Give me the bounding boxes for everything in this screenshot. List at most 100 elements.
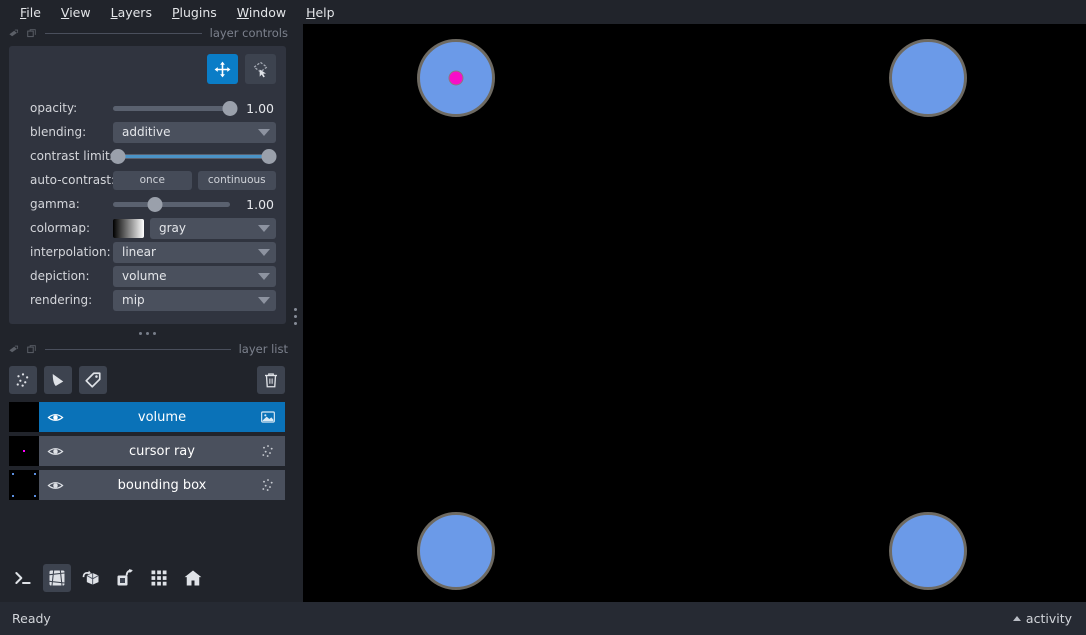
chevron-down-icon: [258, 248, 270, 256]
chevron-down-icon: [258, 128, 270, 136]
menu-view[interactable]: View: [51, 3, 101, 22]
status-message: Ready: [12, 611, 51, 626]
reset-view-button[interactable]: [179, 564, 207, 592]
layer-name: volume: [137, 409, 187, 425]
auto-contrast-once-button[interactable]: once: [113, 170, 192, 190]
rendering-combobox[interactable]: mip: [113, 289, 276, 311]
contrast-limits-row: contrast limits:: [19, 144, 277, 168]
activity-toggle[interactable]: activity: [1012, 611, 1072, 626]
layer-row-cursor-ray[interactable]: cursor ray: [9, 436, 285, 466]
gamma-slider[interactable]: [113, 196, 230, 212]
layer-mode-buttons: [19, 54, 276, 84]
sphere-top-left: [417, 39, 495, 117]
sphere-top-right: [889, 39, 967, 117]
layer-name: bounding box: [117, 477, 207, 493]
cursor-ray-marker: [448, 70, 464, 86]
colormap-combobox[interactable]: gray: [150, 217, 276, 239]
contrast-limits-slider[interactable]: [110, 148, 277, 164]
roll-icon: [82, 570, 99, 585]
move-icon: [214, 61, 231, 77]
transform-mode-button[interactable]: [245, 54, 276, 84]
grid-view-button[interactable]: [145, 564, 173, 592]
roll-dimensions-button[interactable]: [77, 564, 105, 592]
opacity-slider-track: [113, 105, 230, 111]
blending-row: blending: additive: [19, 120, 276, 144]
rendering-row: rendering: mip: [19, 288, 276, 312]
layer-row-bounding-box[interactable]: bounding box: [9, 470, 285, 500]
left-dock-column: layer controls opacity: 1.00 blending: a…: [0, 24, 294, 602]
depiction-row: depiction: volume: [19, 264, 276, 288]
dock-header-rule: [45, 348, 231, 350]
transpose-dimensions-button[interactable]: [111, 564, 139, 592]
dock-header-icons: [8, 28, 37, 39]
dock-splitter-handle[interactable]: [292, 303, 298, 329]
close-dock-icon[interactable]: [26, 344, 37, 355]
ndisplay-toggle-button[interactable]: [43, 564, 71, 592]
delete-layer-button[interactable]: [257, 366, 285, 394]
layer-list-title: layer list: [238, 342, 288, 356]
opacity-slider[interactable]: [113, 100, 238, 116]
gamma-value: 1.00: [246, 196, 274, 212]
dock-header-icons: [8, 344, 37, 355]
menu-plugins[interactable]: Plugins: [162, 3, 227, 22]
float-dock-icon[interactable]: [8, 344, 19, 355]
home-icon: [184, 570, 202, 586]
menu-help[interactable]: Help: [296, 3, 345, 22]
sphere-bottom-left: [417, 512, 495, 590]
visibility-eye-icon[interactable]: [47, 443, 64, 460]
visibility-eye-icon[interactable]: [47, 409, 64, 426]
layer-controls-title: layer controls: [209, 26, 288, 40]
layer-thumbnail: [9, 402, 39, 432]
blending-combobox[interactable]: additive: [113, 121, 276, 143]
status-bar: Ready activity: [0, 602, 1086, 635]
gamma-label: gamma:: [30, 197, 80, 211]
depiction-combobox[interactable]: volume: [113, 265, 276, 287]
gamma-row: gamma: 1.00: [19, 192, 276, 216]
depiction-label: depiction:: [30, 269, 90, 283]
new-points-layer-button[interactable]: [9, 366, 37, 394]
contrast-limits-fill: [117, 154, 270, 158]
chevron-down-icon: [258, 296, 270, 304]
points-icon: [262, 445, 273, 457]
rendering-value: mip: [122, 293, 145, 307]
gamma-slider-handle[interactable]: [147, 196, 163, 212]
layer-controls-panel: opacity: 1.00 blending: additive contras…: [9, 46, 286, 324]
layer-list-toolbar: [0, 358, 294, 396]
viewer-canvas[interactable]: [303, 24, 1086, 602]
new-shapes-layer-button[interactable]: [44, 366, 72, 394]
new-labels-layer-button[interactable]: [79, 366, 107, 394]
interpolation-label: interpolation:: [30, 245, 111, 259]
visibility-eye-icon[interactable]: [47, 477, 64, 494]
layer-row-volume[interactable]: volume: [9, 402, 285, 432]
napari-main-window: File View Layers Plugins Window Help lay…: [0, 0, 1086, 635]
panel-resize-grip[interactable]: [0, 326, 294, 340]
points-icon: [16, 373, 29, 387]
auto-contrast-continuous-button[interactable]: continuous: [197, 170, 276, 190]
menu-layers[interactable]: Layers: [101, 3, 162, 22]
colormap-label: colormap:: [30, 221, 91, 235]
menu-bar: File View Layers Plugins Window Help: [0, 0, 1086, 24]
layer-name: cursor ray: [129, 443, 195, 459]
menu-window[interactable]: Window: [227, 3, 296, 22]
trash-icon: [265, 373, 277, 388]
image-icon: [261, 411, 275, 423]
layer-thumbnail: [9, 436, 39, 466]
contrast-limits-low-handle[interactable]: [110, 148, 126, 164]
points-icon: [262, 479, 273, 491]
blending-label: blending:: [30, 125, 87, 139]
blending-value: additive: [122, 125, 171, 139]
console-button[interactable]: [9, 564, 37, 592]
auto-contrast-row: auto-contrast: once continuous: [19, 168, 276, 192]
thumbnail-marker: [23, 450, 25, 452]
contrast-limits-high-handle[interactable]: [261, 148, 277, 164]
3d-cube-icon: [49, 570, 65, 586]
interpolation-value: linear: [122, 245, 156, 259]
close-dock-icon[interactable]: [26, 28, 37, 39]
dock-header-rule: [45, 32, 202, 34]
interpolation-combobox[interactable]: linear: [113, 241, 276, 263]
menu-file[interactable]: File: [10, 3, 51, 22]
pan-zoom-mode-button[interactable]: [207, 54, 238, 84]
gamma-slider-track: [113, 201, 230, 207]
opacity-slider-handle[interactable]: [222, 100, 238, 116]
float-dock-icon[interactable]: [8, 28, 19, 39]
